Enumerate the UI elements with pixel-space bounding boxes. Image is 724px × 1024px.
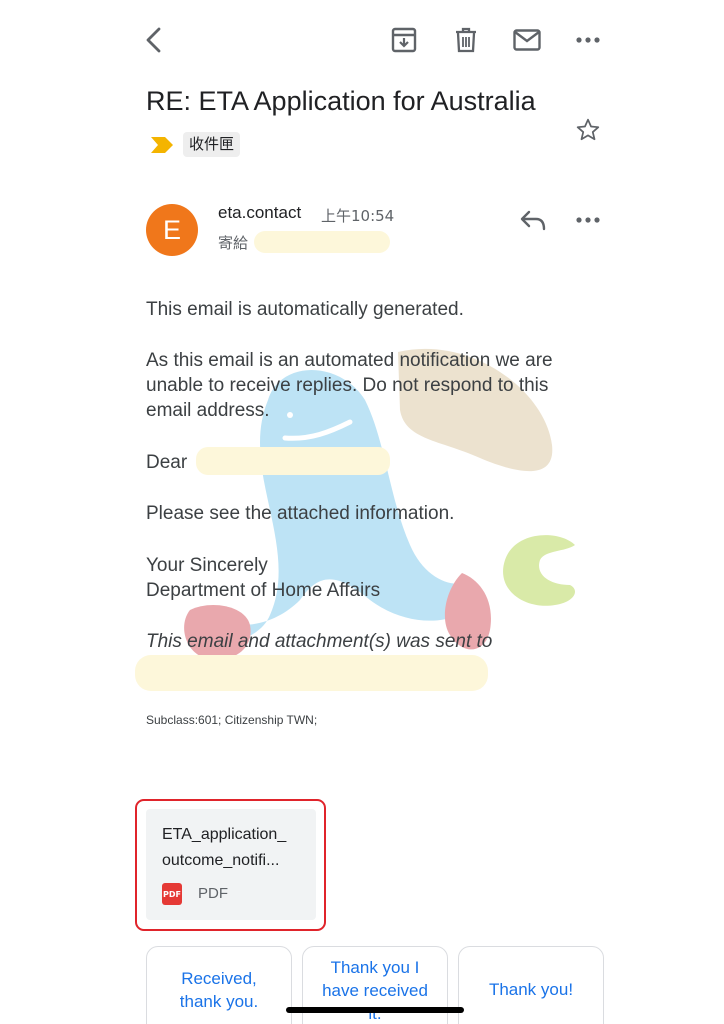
attachment-name-line: ETA_application_: [162, 826, 287, 843]
star-outline-icon[interactable]: [568, 110, 608, 150]
archive-icon[interactable]: [384, 20, 424, 60]
recipient-prefix[interactable]: 寄給: [218, 232, 248, 253]
smart-reply-label: thank you.: [179, 992, 259, 1011]
smart-reply-label: have received: [322, 981, 428, 1000]
important-marker-icon: [150, 136, 174, 159]
trash-icon[interactable]: [446, 20, 486, 60]
smart-reply-button[interactable]: Received, thank you.: [146, 946, 292, 1024]
subclass-info: Subclass:601; Citizenship TWN;: [146, 713, 318, 727]
redacted-recipient: [254, 231, 390, 253]
body-line: Please see the attached information.: [146, 503, 455, 524]
greeting: Dear: [146, 452, 188, 473]
body-line: As this email is an automated notificati…: [146, 350, 553, 371]
mail-icon[interactable]: [507, 20, 547, 60]
smart-reply-button[interactable]: Thank you!: [458, 946, 604, 1024]
attachment-card[interactable]: ETA_application_ outcome_notifi... PDF P…: [146, 809, 316, 920]
redacted-email: [135, 655, 488, 691]
smart-reply-label: Received,: [181, 969, 257, 988]
smart-reply-label: Thank you I: [330, 958, 420, 977]
signature-line: Department of Home Affairs: [146, 580, 381, 601]
inbox-label-chip[interactable]: 收件匣: [183, 132, 241, 157]
sent-to-note: This email and attachment(s) was sent to: [146, 631, 493, 652]
attachment-type: PDF: [198, 885, 228, 902]
body-line: This email is automatically generated.: [146, 299, 464, 320]
avatar[interactable]: E: [146, 204, 198, 256]
more-horizontal-icon[interactable]: [568, 20, 608, 60]
redacted-name: [196, 447, 390, 475]
email-time: 上午10:54: [321, 207, 395, 225]
reply-icon[interactable]: [513, 200, 553, 240]
smart-reply-label: it.: [368, 1004, 382, 1023]
back-arrow-icon[interactable]: [134, 20, 174, 60]
home-indicator[interactable]: [286, 1007, 464, 1013]
signature-line: Your Sincerely: [146, 555, 268, 576]
sender-name: eta.contact: [218, 203, 302, 222]
smart-reply-label: Thank you!: [488, 980, 574, 999]
body-line: email address.: [146, 400, 270, 421]
sender-more-icon[interactable]: [568, 200, 608, 240]
pdf-icon: PDF: [162, 883, 182, 905]
email-subject: RE: ETA Application for Australia: [146, 86, 536, 116]
attachment-name-line: outcome_notifi...: [162, 852, 280, 869]
body-line: unable to receive replies. Do not respon…: [146, 375, 549, 396]
